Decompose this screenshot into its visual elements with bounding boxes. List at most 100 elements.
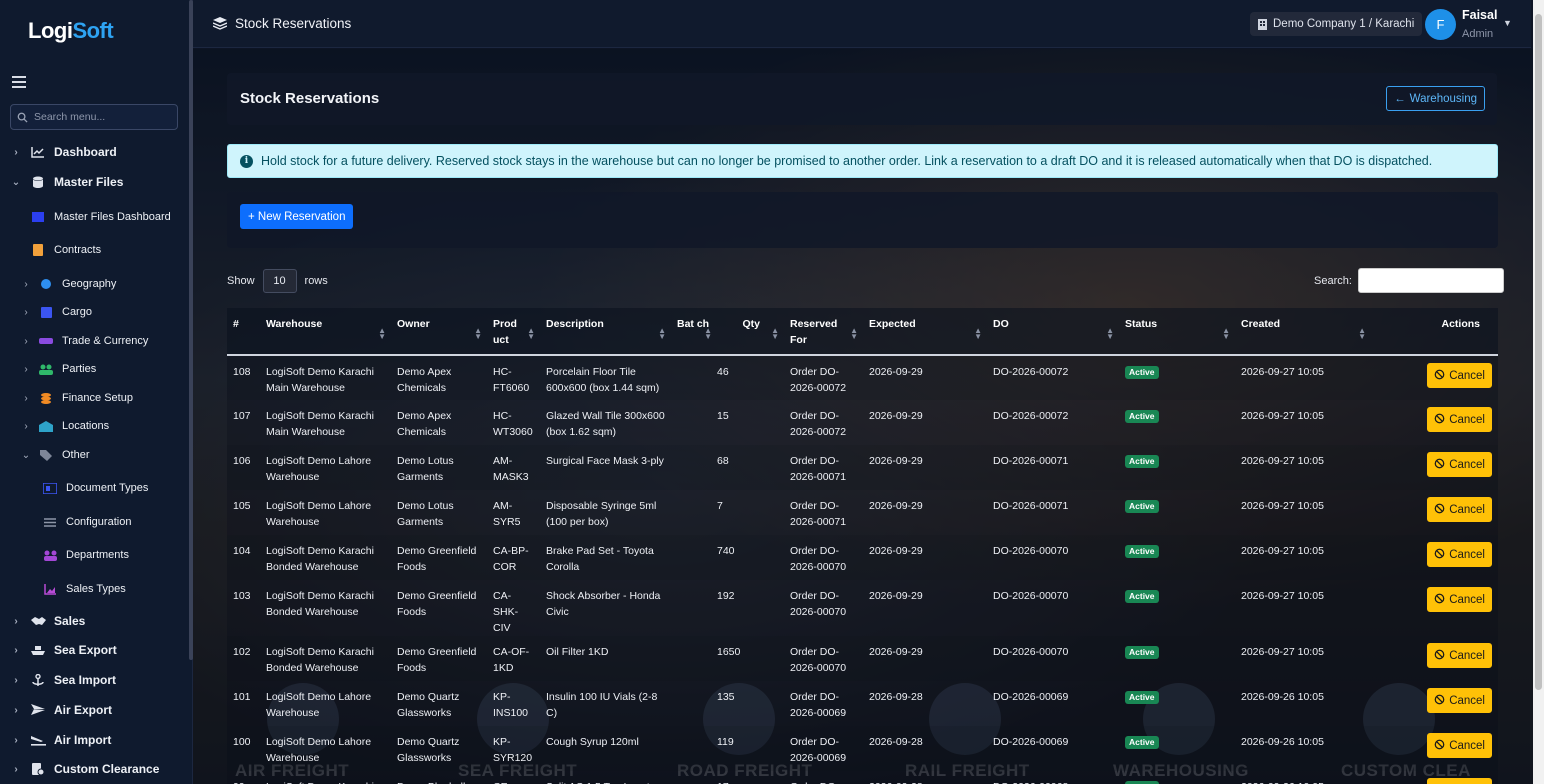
cell-created: 2026-09-26 10:05: [1235, 726, 1371, 771]
sidebar-item-sales-types[interactable]: Sales Types: [42, 582, 126, 596]
cell-owner: Demo Apex Chemicals: [391, 355, 487, 400]
sidebar-item-air-export[interactable]: › Air Export: [10, 703, 112, 717]
sidebar-search[interactable]: [10, 104, 178, 130]
sidebar-item-sea-export[interactable]: › Sea Export: [10, 643, 116, 657]
cancel-reservation-button[interactable]: Cancel: [1427, 497, 1492, 522]
cell-reserved-for: Order DO-2026-00070: [784, 636, 863, 681]
cell-created: 2026-09-26 10:05: [1235, 771, 1371, 784]
cell-owner: Demo Greenfield Foods: [391, 580, 487, 636]
sidebar-item-document-types[interactable]: Document Types: [42, 481, 148, 495]
sidebar-item-departments[interactable]: Departments: [42, 548, 129, 562]
cell-actions: Cancel: [1371, 535, 1498, 580]
sidebar-item-finance-setup[interactable]: › Finance Setup: [20, 391, 133, 405]
sidebar-item-master-files[interactable]: ⌄ Master Files: [10, 175, 124, 189]
cell-description: Glazed Wall Tile 300x600 (box 1.62 sqm): [540, 400, 671, 445]
cell-warehouse: LogiSoft Demo Lahore Warehouse: [260, 445, 391, 490]
cell-product: CA-BP-COR: [487, 535, 540, 580]
cancel-reservation-button[interactable]: Cancel: [1427, 778, 1492, 784]
back-to-warehousing-button[interactable]: ← Warehousing: [1386, 86, 1485, 111]
cell-do: DO-2026-00068: [987, 771, 1119, 784]
cancel-reservation-button[interactable]: Cancel: [1427, 688, 1492, 713]
column-header-owner[interactable]: Owner ▲ ▼: [391, 308, 487, 356]
plane-icon: [30, 703, 46, 717]
sidebar-item-contracts[interactable]: Contracts: [30, 243, 101, 257]
cell-qty: 192: [717, 580, 784, 636]
ban-icon: [1434, 593, 1445, 607]
column-header-qty[interactable]: Qty ▲ ▼: [717, 308, 784, 356]
company-selector[interactable]: Demo Company 1 / Karachi: [1250, 12, 1423, 36]
cell-warehouse: LogiSoft Demo Karachi Bonded Warehouse: [260, 535, 391, 580]
column-header-id[interactable]: #: [227, 308, 260, 356]
chevron-down-icon: ⌄: [11, 176, 21, 188]
cell-qty: 7: [717, 490, 784, 535]
cell-description: Insulin 100 IU Vials (2-8 C): [540, 681, 671, 726]
sort-icon: ▲ ▼: [378, 326, 386, 341]
chevron-down-icon: ⌄: [21, 449, 31, 461]
cell-actions: Cancel: [1371, 636, 1498, 681]
table-row: 107 LogiSoft Demo Karachi Main Warehouse D…: [227, 400, 1498, 445]
sidebar-item-locations[interactable]: › Locations: [20, 419, 109, 433]
column-header-status[interactable]: Status ▲ ▼: [1119, 308, 1235, 356]
column-header-created[interactable]: Created ▲ ▼: [1235, 308, 1371, 356]
sidebar-item-air-import[interactable]: › Air Import: [10, 733, 111, 747]
cell-expected: 2026-09-29: [863, 355, 987, 400]
cell-id: 102: [227, 636, 260, 681]
cell-qty: 68: [717, 445, 784, 490]
cancel-reservation-button[interactable]: Cancel: [1427, 643, 1492, 668]
cell-created: 2026-09-26 10:05: [1235, 681, 1371, 726]
ship-icon: [30, 643, 46, 657]
sidebar-item-sales[interactable]: › Sales: [10, 614, 85, 628]
sidebar-item-master-files-dashboard[interactable]: Master Files Dashboard: [30, 210, 171, 224]
sidebar-item-geography[interactable]: › Geography: [20, 277, 116, 291]
table-search-input[interactable]: [1357, 268, 1504, 293]
cell-owner: Demo Lotus Garments: [391, 445, 487, 490]
chart-line-icon: [30, 145, 46, 159]
document-types-icon: [42, 481, 58, 495]
cell-created: 2026-09-27 10:05: [1235, 445, 1371, 490]
sidebar-item-dashboard[interactable]: › Dashboard: [10, 145, 116, 159]
column-header-product[interactable]: Prod uct ▲ ▼: [487, 308, 540, 356]
column-header-expected[interactable]: Expected ▲ ▼: [863, 308, 987, 356]
cell-qty: 135: [717, 681, 784, 726]
box-icon: [38, 305, 54, 319]
sidebar-item-custom-clearance[interactable]: › Custom Clearance: [10, 762, 159, 776]
cancel-reservation-button[interactable]: Cancel: [1427, 542, 1492, 567]
cell-warehouse: LogiSoft Demo Karachi Bonded Warehouse: [260, 580, 391, 636]
sort-icon: ▲ ▼: [704, 326, 712, 341]
cell-product: CE-: [487, 771, 540, 784]
cell-description: Split AC 1.5 Ton Inverter: [540, 771, 671, 784]
cancel-reservation-button[interactable]: Cancel: [1427, 363, 1492, 388]
cancel-reservation-button[interactable]: Cancel: [1427, 407, 1492, 432]
sidebar-item-parties[interactable]: › Parties: [20, 362, 96, 376]
cell-expected: 2026-09-29: [863, 445, 987, 490]
cancel-reservation-button[interactable]: Cancel: [1427, 452, 1492, 477]
cell-batch: [671, 445, 717, 490]
column-header-warehouse[interactable]: Warehouse ▲ ▼: [260, 308, 391, 356]
chevron-right-icon: ›: [24, 278, 28, 290]
sidebar-item-other[interactable]: ⌄ Other: [20, 448, 90, 462]
column-header-batch[interactable]: Bat ch ▲ ▼: [671, 308, 717, 356]
cancel-reservation-button[interactable]: Cancel: [1427, 733, 1492, 758]
hamburger-menu-icon[interactable]: [12, 76, 26, 90]
sidebar-search-input[interactable]: [34, 111, 164, 123]
cell-expected: 2026-09-29: [863, 636, 987, 681]
column-header-description[interactable]: Description ▲ ▼: [540, 308, 671, 356]
sidebar-item-cargo[interactable]: › Cargo: [20, 305, 92, 319]
user-avatar[interactable]: F: [1425, 9, 1456, 40]
user-menu-caret-icon[interactable]: ▼: [1503, 18, 1512, 28]
column-header-do[interactable]: DO ▲ ▼: [987, 308, 1119, 356]
cell-qty: 15: [717, 400, 784, 445]
cell-owner: Demo Lotus Garments: [391, 490, 487, 535]
cell-owner: Demo Bluebell: [391, 771, 487, 784]
sidebar-item-configuration[interactable]: Configuration: [42, 515, 131, 529]
page-length-select[interactable]: 10: [262, 269, 297, 293]
sidebar-item-sea-import[interactable]: › Sea Import: [10, 673, 116, 687]
app-logo[interactable]: LogiSoft: [28, 18, 114, 44]
new-reservation-button[interactable]: + New Reservation: [240, 204, 354, 229]
cell-id: 106: [227, 445, 260, 490]
sidebar-item-trade-currency[interactable]: › Trade & Currency: [20, 334, 148, 348]
cancel-reservation-button[interactable]: Cancel: [1427, 587, 1492, 612]
user-name[interactable]: Faisal: [1462, 8, 1497, 22]
page-scrollbar[interactable]: [1533, 0, 1544, 784]
column-header-reserved-for[interactable]: Reserved For ▲ ▼: [784, 308, 863, 356]
